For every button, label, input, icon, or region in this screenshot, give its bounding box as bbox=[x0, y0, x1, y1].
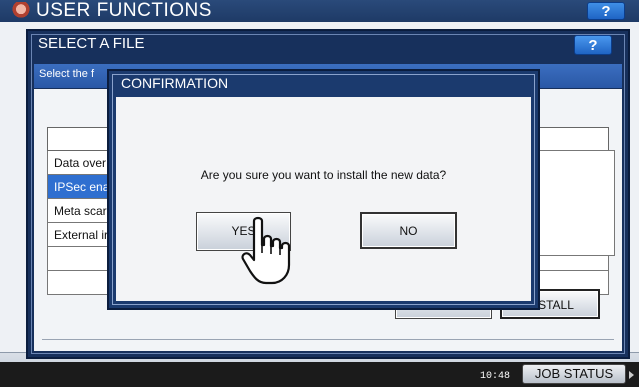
confirmation-title: CONFIRMATION bbox=[121, 75, 229, 91]
confirmation-dialog: CONFIRMATION Are you sure you want to in… bbox=[107, 69, 540, 310]
divider bbox=[42, 339, 614, 340]
instruction-text: Select the f bbox=[39, 68, 95, 80]
hand-pointer-icon bbox=[241, 216, 291, 285]
no-button[interactable]: NO bbox=[360, 212, 457, 249]
job-status-button[interactable]: JOB STATUS bbox=[522, 364, 634, 384]
app-header: USER FUNCTIONS ? bbox=[0, 0, 639, 22]
file-name: IPSec ena bbox=[54, 180, 110, 194]
confirmation-body: Are you sure you want to install the new… bbox=[116, 97, 531, 301]
user-functions-icon bbox=[12, 2, 30, 20]
file-name: Meta scar bbox=[54, 204, 107, 218]
clock: 10:48 bbox=[480, 371, 511, 382]
app-title: USER FUNCTIONS bbox=[36, 0, 212, 21]
file-name: External ir bbox=[54, 228, 109, 242]
select-dialog-title: SELECT A FILE bbox=[38, 35, 145, 52]
select-help-button[interactable]: ? bbox=[574, 35, 612, 55]
file-name: Data over bbox=[54, 156, 107, 170]
help-button[interactable]: ? bbox=[587, 2, 625, 20]
confirmation-message: Are you sure you want to install the new… bbox=[200, 168, 447, 182]
job-status-label: JOB STATUS bbox=[534, 366, 614, 381]
arrow-right-icon bbox=[629, 371, 634, 379]
